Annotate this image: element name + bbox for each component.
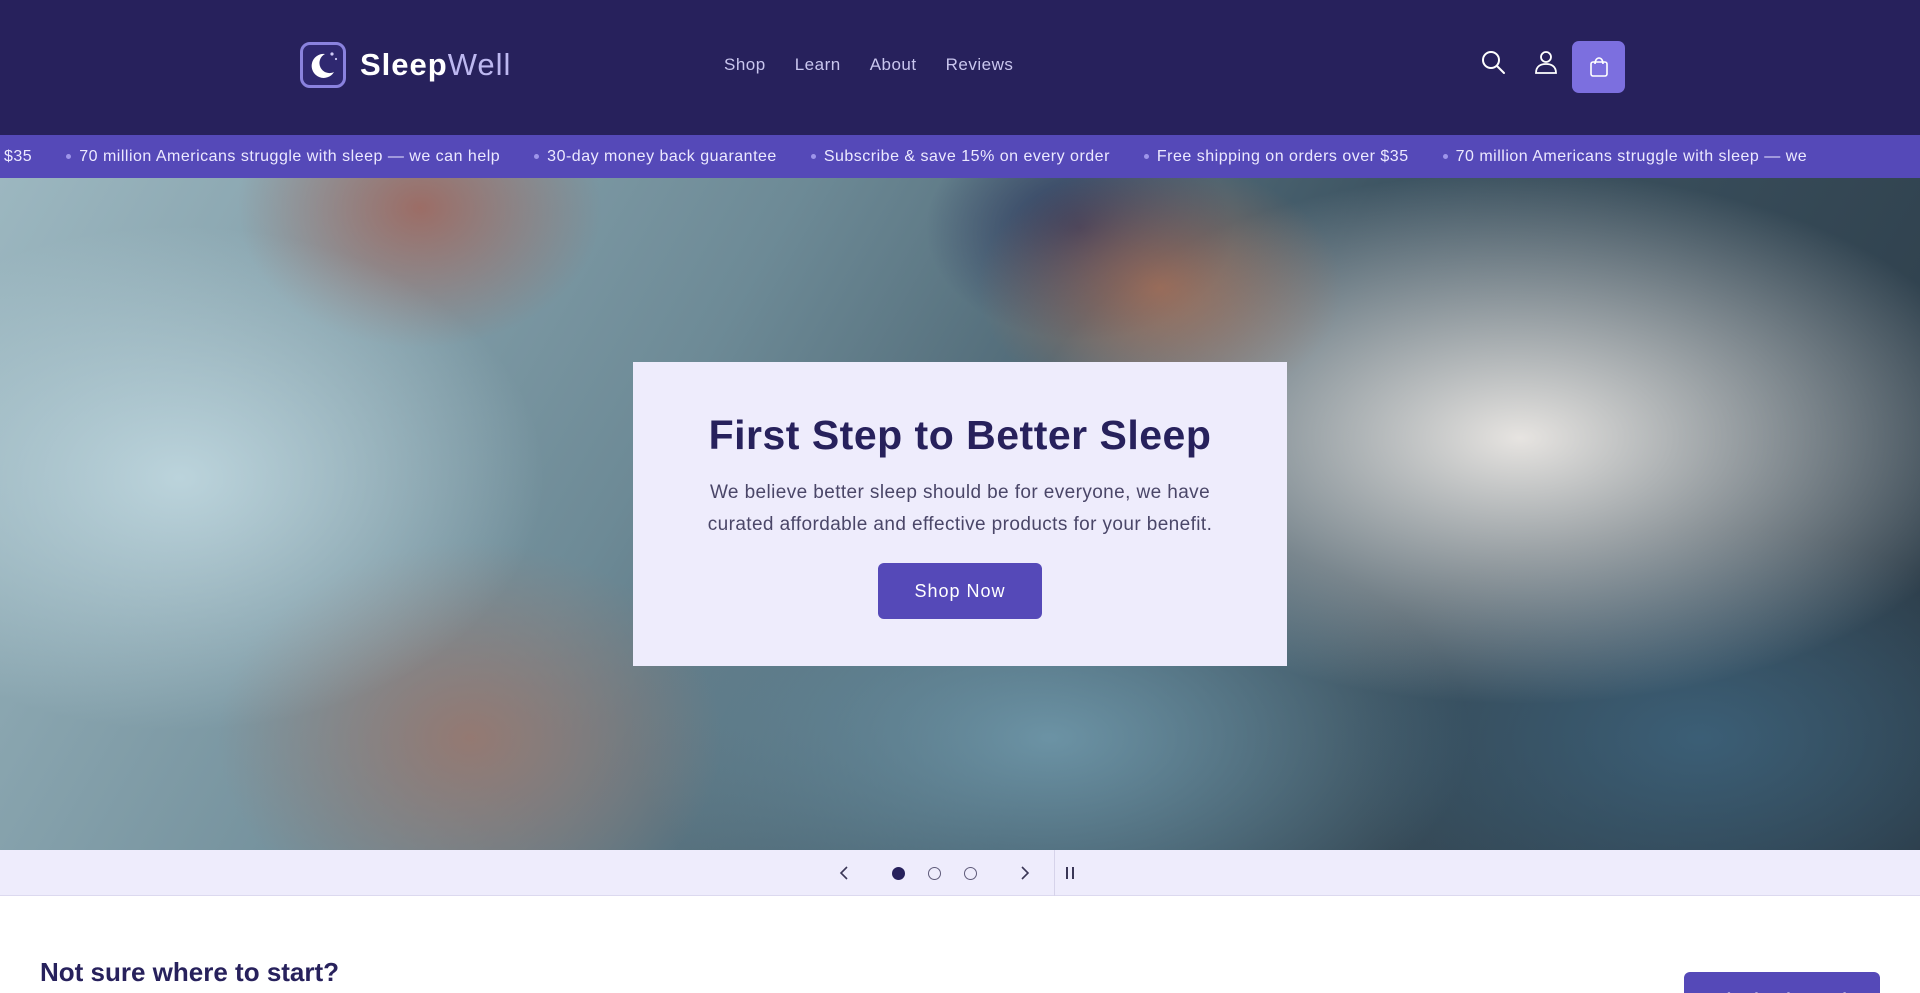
announcement-item: Subscribe & save 15% on every order bbox=[810, 148, 1110, 166]
slide-dot-3[interactable] bbox=[958, 850, 982, 896]
brand-logo[interactable]: SleepWell bbox=[300, 41, 511, 89]
brand-name: SleepWell bbox=[360, 47, 511, 83]
nav-item-learn[interactable]: Learn bbox=[795, 55, 841, 75]
pause-icon[interactable] bbox=[1060, 850, 1080, 896]
announcement-item: Free shipping on orders over $35 bbox=[1143, 148, 1409, 166]
nav-item-reviews[interactable]: Reviews bbox=[946, 55, 1014, 75]
crescent-moon-icon bbox=[300, 42, 346, 88]
announcement-item: 30-day money back guarantee bbox=[534, 148, 777, 166]
shop-now-button[interactable]: Shop Now bbox=[878, 563, 1042, 619]
announcement-item: 70 million Americans struggle with sleep… bbox=[66, 148, 500, 166]
account-icon[interactable] bbox=[1532, 48, 1560, 76]
hero-card: First Step to Better Sleep We believe be… bbox=[633, 362, 1287, 666]
announcement-track: $35 70 million Americans struggle with s… bbox=[4, 135, 1807, 178]
hero-title: First Step to Better Sleep bbox=[708, 412, 1212, 458]
cart-icon bbox=[1589, 57, 1608, 77]
brand-name-light: Well bbox=[447, 47, 512, 82]
slide-dot-1[interactable] bbox=[886, 850, 910, 896]
hero-subtitle: We believe better sleep should be for ev… bbox=[707, 482, 1213, 535]
announcement-bar: $35 70 million Americans struggle with s… bbox=[0, 135, 1920, 178]
announcement-item: 70 million Americans struggle with sleep… bbox=[1442, 148, 1808, 166]
nav-item-shop[interactable]: Shop bbox=[724, 55, 766, 75]
slider-controls bbox=[0, 850, 1920, 896]
main-nav: Shop Learn About Reviews bbox=[724, 55, 1013, 75]
search-icon[interactable] bbox=[1479, 48, 1507, 76]
slider-divider bbox=[1054, 850, 1055, 896]
section-title: Not sure where to start? bbox=[40, 957, 340, 987]
site-header: SleepWell Shop Learn About Reviews bbox=[0, 0, 1920, 135]
nav-item-about[interactable]: About bbox=[870, 55, 917, 75]
cart-button[interactable] bbox=[1572, 41, 1625, 93]
brand-name-bold: Sleep bbox=[360, 47, 448, 82]
chevron-left-icon[interactable] bbox=[830, 850, 858, 896]
slide-dot-2[interactable] bbox=[922, 850, 946, 896]
sleep-quiz-button[interactable]: Take the sleep quiz bbox=[1684, 972, 1880, 993]
announcement-item: $35 bbox=[4, 147, 33, 165]
chevron-right-icon[interactable] bbox=[1011, 850, 1039, 896]
